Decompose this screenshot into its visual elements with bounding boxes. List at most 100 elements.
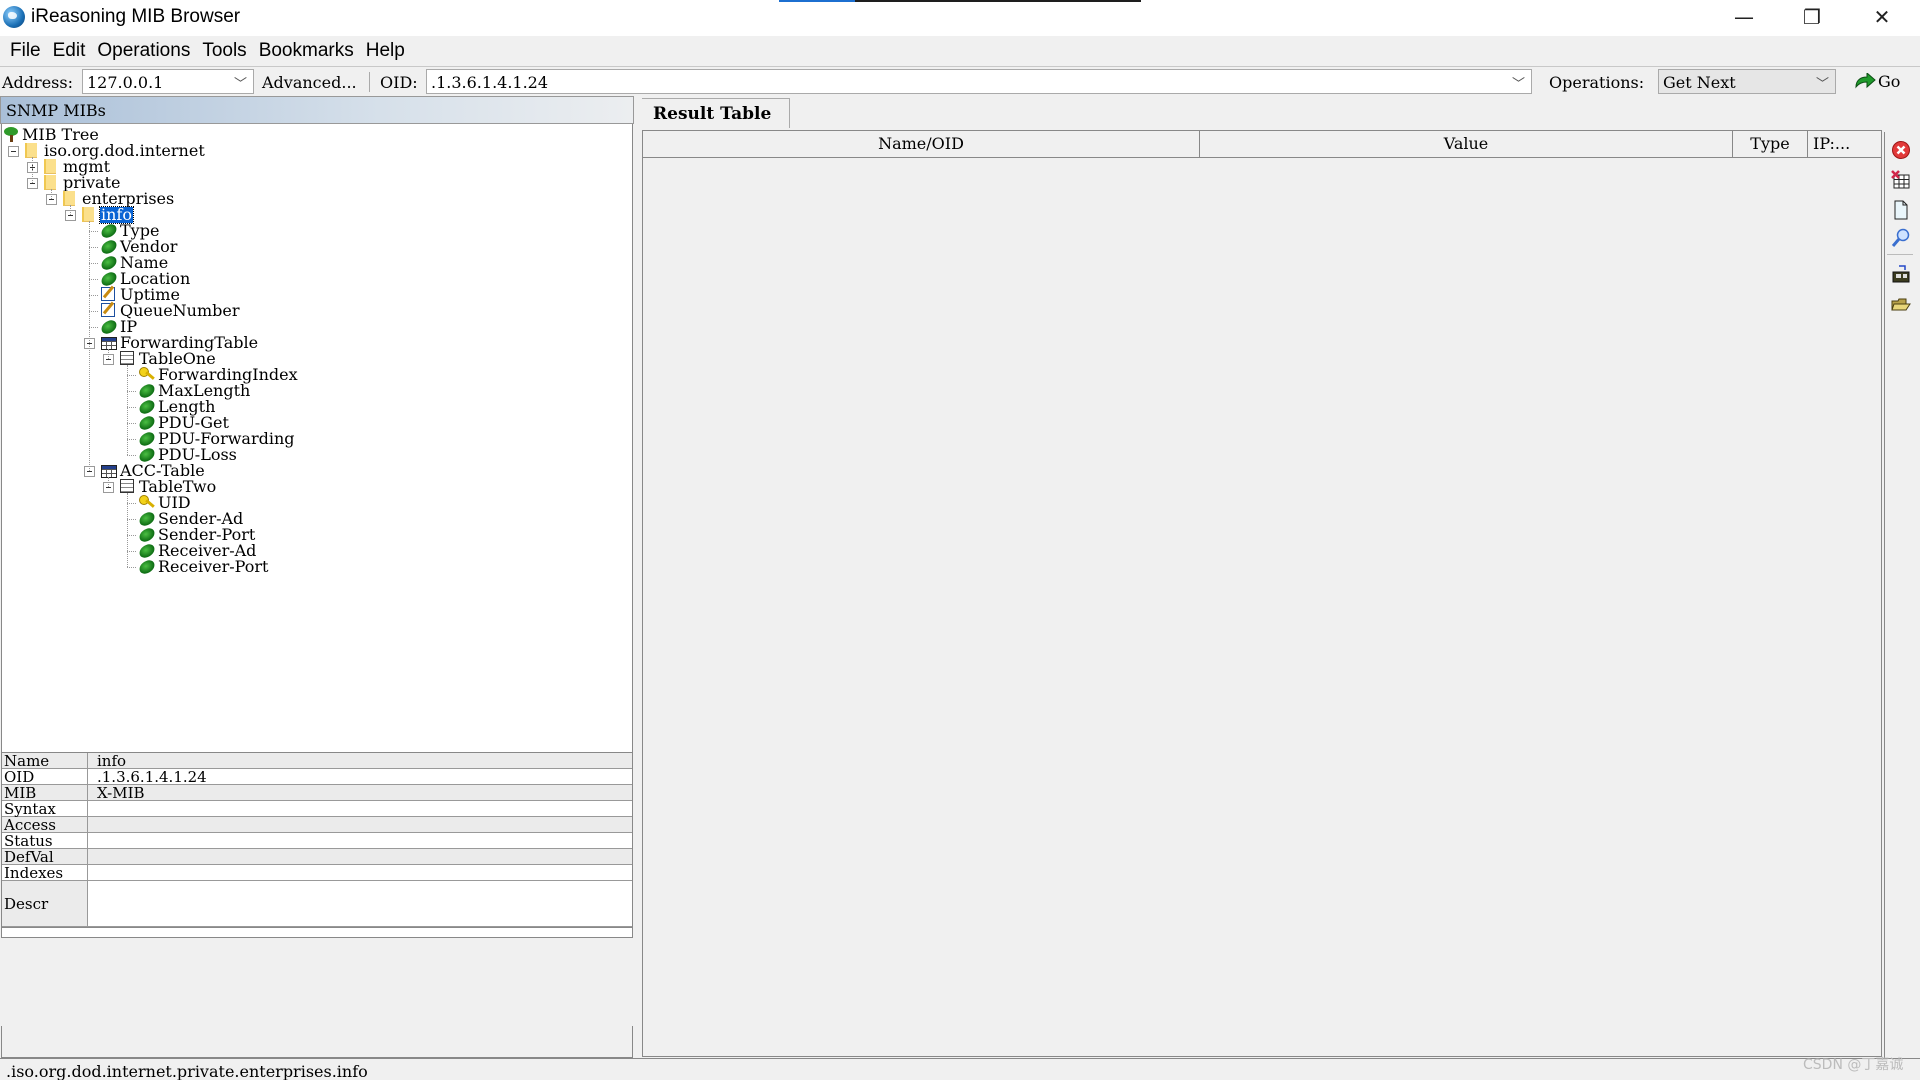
menu-operations[interactable]: Operations [91,40,196,62]
globe-icon [3,6,25,28]
save-icon [1892,265,1910,283]
tree-connector [127,551,136,552]
property-key: Indexes [2,865,88,881]
tree-node[interactable]: Sender-Port [2,527,602,544]
find-button[interactable] [1891,228,1911,248]
tree-node[interactable]: Sender-Ad [2,511,602,528]
tree-node[interactable]: Receiver-Ad [2,542,602,560]
key-icon [139,367,155,383]
side-toolbar-separator [1887,254,1913,255]
tree-node[interactable]: Vendor [2,239,602,256]
tree-node[interactable]: Name [2,255,602,272]
menu-bar: File Edit Operations Tools Bookmarks Hel… [0,36,430,66]
tree-node[interactable]: Location [2,270,602,288]
tree-node[interactable]: ACC-Table [2,463,602,479]
menu-tools[interactable]: Tools [196,40,252,62]
chevron-down-icon[interactable]: ﹀ [1816,73,1829,92]
tree-connector [89,263,98,264]
tree-connector [89,247,98,248]
operations-select[interactable]: Get Next ﹀ [1658,69,1836,94]
tree-connector [51,189,52,199]
minimize-icon: — [1734,5,1754,29]
property-key: MIB [2,785,88,801]
tree-connector [89,327,98,328]
tree-node[interactable]: IP [2,318,602,336]
tab-result-table[interactable]: Result Table [642,98,790,128]
tree-node[interactable]: Type [2,222,602,240]
column-header-name-oid[interactable]: Name/OID [643,131,1200,158]
address-combo[interactable]: 127.0.0.1 ﹀ [82,69,254,94]
open-folder-button[interactable] [1891,294,1911,314]
property-key: Access [2,817,88,833]
tree-node[interactable]: PDU-Forwarding [2,430,602,448]
menu-edit[interactable]: Edit [47,40,92,62]
leaf-icon [99,270,119,288]
leaf-icon [137,542,157,560]
tree-node[interactable]: TableTwo [2,479,602,495]
writable-icon [101,303,115,317]
property-value [88,881,632,926]
tree-node-label[interactable]: Receiver-Port [157,559,269,575]
result-table[interactable]: Name/OID Value Type IP:... [642,130,1882,1057]
leaf-icon [99,318,119,336]
tree-node-label[interactable]: QueueNumber [119,303,241,319]
folder-icon [63,191,75,206]
collapse-icon[interactable] [8,146,19,157]
tree-node[interactable]: PDU-Get [2,415,602,432]
property-key: Descr [2,881,88,926]
restore-button[interactable]: ❐ [1782,0,1842,34]
leaf-icon [137,430,157,448]
table-entry-icon [120,351,134,365]
tree-node[interactable]: PDU-Loss [2,447,602,464]
go-button[interactable]: Go [1854,71,1914,93]
minimize-button[interactable]: — [1714,0,1774,34]
property-value [88,833,632,848]
tree-node[interactable]: enterprises [2,191,602,207]
property-row: Access [2,817,632,833]
restore-icon: ❐ [1803,5,1821,29]
tree-node[interactable]: Uptime [2,287,602,303]
tree-node[interactable]: ForwardingTable [2,335,602,351]
tree-node[interactable]: ForwardingIndex [2,367,602,383]
go-label: Go [1878,72,1901,91]
property-key: Syntax [2,801,88,817]
save-button[interactable] [1891,264,1911,284]
menu-bookmarks[interactable]: Bookmarks [253,40,360,62]
watermark: CSDN @丁嘉诚 [1803,1057,1904,1073]
leaf-icon [99,222,119,240]
tree-connector [127,455,136,456]
menu-help[interactable]: Help [360,40,411,62]
tree-node[interactable]: Receiver-Port [2,558,602,576]
column-header-type[interactable]: Type [1733,131,1808,158]
tree-node[interactable]: UID [2,495,602,511]
chevron-down-icon[interactable]: ﹀ [1512,73,1525,92]
toolbar-separator [369,72,370,92]
menu-file[interactable]: File [4,40,47,62]
leaf-icon [137,398,157,416]
title-bar: iReasoning MIB Browser — ❐ ✕ [0,0,1920,36]
address-value: 127.0.0.1 [87,73,164,92]
property-value [88,817,632,832]
close-button[interactable]: ✕ [1852,0,1912,34]
leaf-icon [137,558,157,576]
column-header-value[interactable]: Value [1200,131,1733,158]
tree-node[interactable]: QueueNumber [2,303,602,319]
tree-node[interactable]: MaxLength [2,383,602,400]
clear-table-button[interactable] [1891,170,1911,190]
chevron-down-icon[interactable]: ﹀ [234,73,247,92]
tree-connector [127,423,136,424]
property-value [88,801,632,816]
tree-node[interactable]: TableOne [2,351,602,367]
column-header-ip[interactable]: IP:... [1808,131,1882,158]
oid-combo[interactable]: .1.3.6.1.4.1.24 ﹀ [426,69,1532,94]
result-side-toolbar [1884,132,1914,1058]
property-value: info [97,752,127,770]
tree-node[interactable]: info [2,206,602,224]
document-button[interactable] [1891,200,1911,220]
property-row: OID .1.3.6.1.4.1.24 [2,769,632,785]
folder-icon [44,159,56,174]
advanced-button[interactable]: Advanced... [262,73,357,92]
property-row: Name info [2,753,632,769]
stop-button[interactable] [1891,140,1911,160]
tree-node[interactable]: Length [2,398,602,416]
